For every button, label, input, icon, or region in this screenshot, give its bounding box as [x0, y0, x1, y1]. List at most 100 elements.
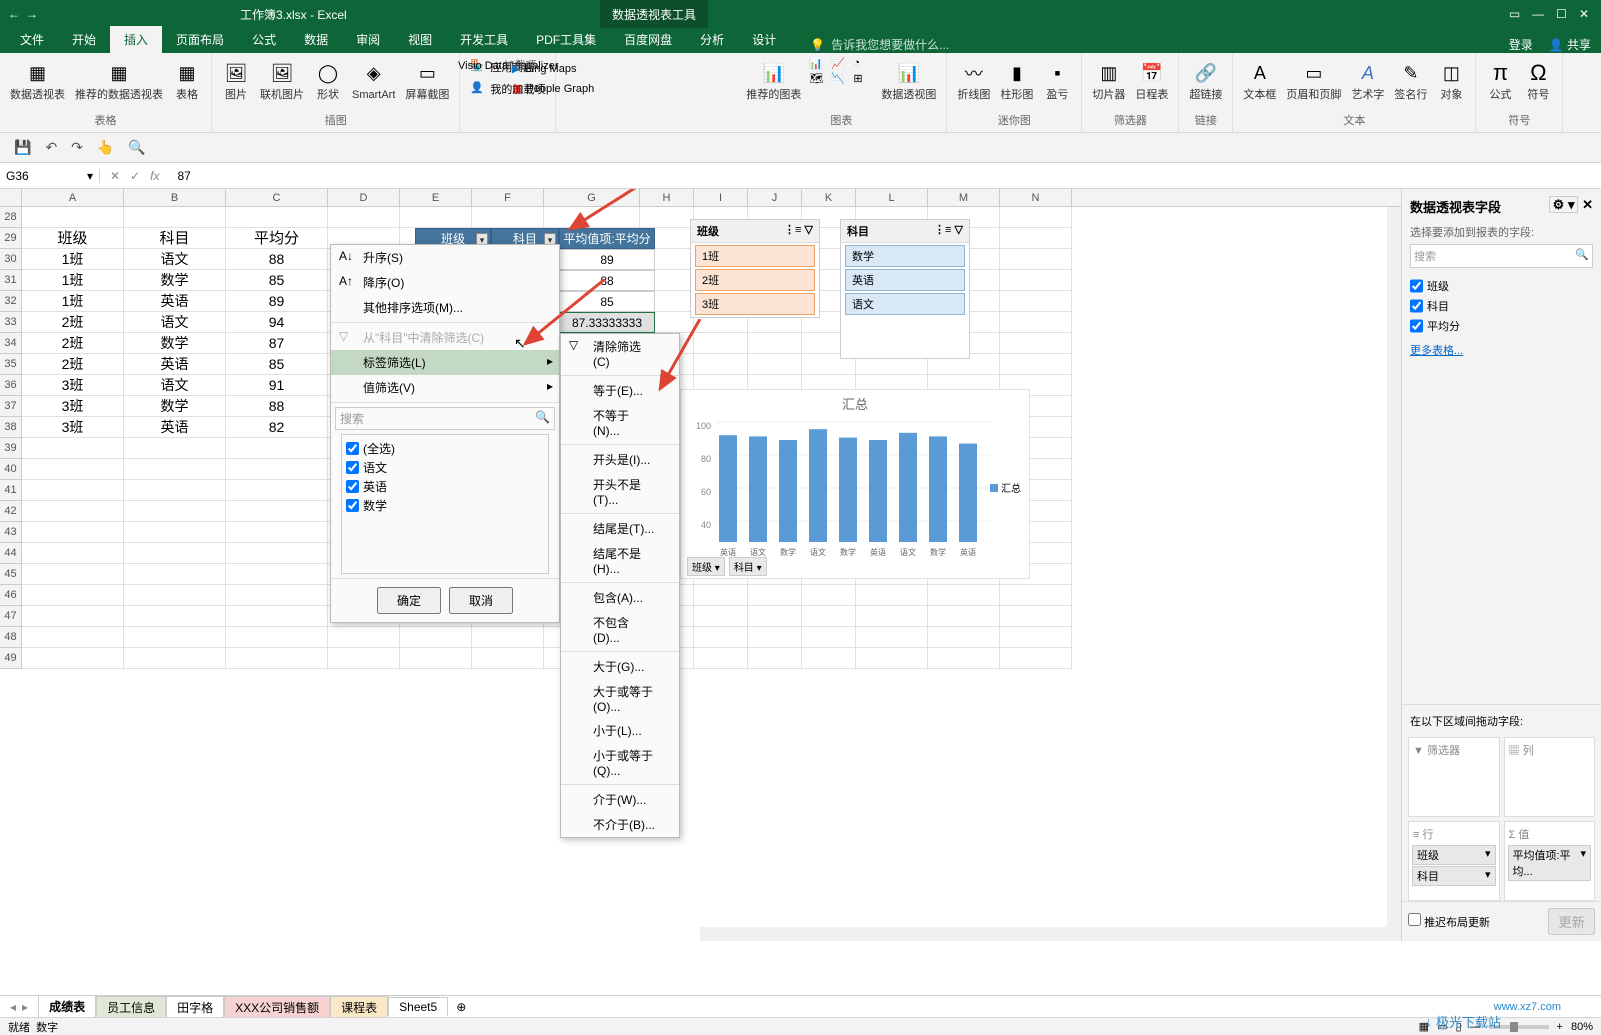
check-all[interactable]: (全选): [346, 439, 544, 458]
tab-data[interactable]: 数据: [290, 26, 342, 53]
not-between-item[interactable]: 不介于(B)...: [561, 812, 679, 837]
chart-type-icon[interactable]: ⊞: [853, 72, 873, 85]
picture-button[interactable]: 🖼图片: [220, 57, 252, 103]
header-footer-button[interactable]: ▭页眉和页脚: [1284, 57, 1343, 103]
more-sort-item[interactable]: 其他排序选项(M)...: [331, 295, 559, 320]
tab-dev[interactable]: 开发工具: [446, 26, 522, 53]
sheet-nav-next[interactable]: ▸: [22, 1000, 28, 1014]
column-headers[interactable]: ABCDEFGHIJKLMN: [0, 189, 1401, 207]
slicer-item[interactable]: 1班: [695, 245, 815, 267]
not-begins-with-item[interactable]: 开头不是(T)...: [561, 472, 679, 511]
undo-icon[interactable]: ↶: [45, 139, 57, 156]
horizontal-scrollbar[interactable]: [700, 927, 1387, 941]
online-picture-button[interactable]: 🖼联机图片: [258, 57, 306, 103]
sparkline-line-button[interactable]: 〰折线图: [955, 57, 992, 103]
chart-filter-class[interactable]: 班级 ▾: [687, 557, 725, 576]
update-button[interactable]: 更新: [1548, 908, 1595, 935]
slicer-item[interactable]: 语文: [845, 293, 965, 315]
ok-button[interactable]: 确定: [377, 587, 441, 614]
chart-type-icon[interactable]: ◔: [853, 57, 873, 70]
hyperlink-button[interactable]: 🔗超链接: [1187, 57, 1224, 103]
tab-formula[interactable]: 公式: [238, 26, 290, 53]
defer-layout-checkbox[interactable]: 推迟布局更新: [1408, 913, 1490, 930]
tab-pdf[interactable]: PDF工具集: [522, 26, 610, 53]
slicer-item[interactable]: 英语: [845, 269, 965, 291]
check-item[interactable]: 语文: [346, 458, 544, 477]
field-check-class[interactable]: 班级: [1410, 276, 1593, 296]
field-search-input[interactable]: 搜索🔍: [1410, 244, 1593, 268]
close-icon[interactable]: ✕: [1579, 7, 1589, 21]
value-field-item[interactable]: 平均值项:平均...▾: [1508, 845, 1592, 881]
tab-view[interactable]: 视图: [394, 26, 446, 53]
recommended-charts-button[interactable]: 📊推荐的图表: [744, 57, 803, 103]
redo-icon[interactable]: ↷: [71, 139, 83, 156]
tab-home[interactable]: 开始: [58, 26, 110, 53]
equals-item[interactable]: 等于(E)...: [561, 378, 679, 403]
arrow-right-icon[interactable]: →: [26, 7, 38, 21]
pivot-chart[interactable]: 汇总 英语语文数学语文数学英语语文数学英语 100 80 60 40 汇总 班级…: [680, 389, 1030, 579]
gt-item[interactable]: 大于(G)...: [561, 654, 679, 679]
close-pane-icon[interactable]: ✕: [1582, 197, 1593, 212]
textbox-button[interactable]: A文本框: [1241, 57, 1278, 103]
pivotchart-button[interactable]: 📊数据透视图: [879, 57, 938, 103]
cancel-button[interactable]: 取消: [449, 587, 513, 614]
sheet-tab[interactable]: Sheet5: [388, 997, 448, 1016]
row-field-item[interactable]: 班级▾: [1412, 845, 1496, 865]
tell-me[interactable]: 告诉我您想要做什么...: [831, 36, 949, 53]
equation-button[interactable]: π公式: [1484, 57, 1516, 103]
row-field-item[interactable]: 科目▾: [1412, 866, 1496, 886]
slicer-subject[interactable]: 科目⋮≡ ▽ 数学 英语 语文: [840, 219, 970, 359]
smartart-button[interactable]: ◈SmartArt: [350, 57, 397, 103]
people-graph-button[interactable]: ▦People Graph: [510, 80, 596, 97]
row-area[interactable]: ≡ 行 班级▾ 科目▾: [1408, 821, 1500, 901]
tab-file[interactable]: 文件: [6, 26, 58, 53]
signature-button[interactable]: ✎签名行: [1392, 57, 1429, 103]
tab-analyze[interactable]: 分析: [686, 26, 738, 53]
screenshot-button[interactable]: ▭屏幕截图: [403, 57, 451, 103]
field-check-subject[interactable]: 科目: [1410, 296, 1593, 316]
check-item[interactable]: 数学: [346, 496, 544, 515]
object-button[interactable]: ◫对象: [1435, 57, 1467, 103]
sheet-tab[interactable]: XXX公司销售额: [224, 996, 330, 1018]
enter-icon[interactable]: ✓: [130, 169, 140, 183]
label-filter-item[interactable]: 标签筛选(L)▸: [331, 350, 559, 375]
not-ends-with-item[interactable]: 结尾不是(H)...: [561, 541, 679, 580]
maximize-icon[interactable]: ☐: [1556, 7, 1567, 21]
slicer-button[interactable]: ▥切片器: [1090, 57, 1127, 103]
zoom-in-icon[interactable]: +: [1557, 1021, 1563, 1033]
sparkline-column-button[interactable]: ▮柱形图: [998, 57, 1035, 103]
pivot-cell[interactable]: 88: [559, 270, 655, 291]
shapes-button[interactable]: ◯形状: [312, 57, 344, 103]
chart-type-icon[interactable]: 🗺: [809, 72, 829, 85]
sheet-nav-prev[interactable]: ◂: [10, 1000, 16, 1014]
pivot-cell[interactable]: 85: [559, 291, 655, 312]
row-headers[interactable]: 2829303132333435363738394041424344454647…: [0, 207, 22, 669]
save-icon[interactable]: 💾: [14, 139, 31, 156]
pivot-cell-selected[interactable]: 87.33333333: [559, 312, 655, 333]
filter-dropdown-icon[interactable]: ▾: [476, 233, 488, 245]
chart-type-icon[interactable]: 📈: [831, 57, 851, 70]
ribbon-display-icon[interactable]: ▭: [1509, 7, 1520, 21]
contains-item[interactable]: 包含(A)...: [561, 585, 679, 610]
filter-search-input[interactable]: 搜索🔍: [335, 407, 555, 430]
gte-item[interactable]: 大于或等于(O)...: [561, 679, 679, 718]
wordart-button[interactable]: A艺术字: [1349, 57, 1386, 103]
ends-with-item[interactable]: 结尾是(T)...: [561, 516, 679, 541]
sheet-tab[interactable]: 课程表: [330, 996, 388, 1018]
not-equals-item[interactable]: 不等于(N)...: [561, 403, 679, 442]
cancel-icon[interactable]: ✕: [110, 169, 120, 183]
share-button[interactable]: 👤 共享: [1549, 36, 1591, 53]
more-tables-link[interactable]: 更多表格...: [1410, 345, 1463, 357]
fx-icon[interactable]: fx: [150, 169, 159, 183]
clear-filter-icon[interactable]: ▽: [805, 224, 813, 236]
begins-with-item[interactable]: 开头是(I)...: [561, 447, 679, 472]
chart-type-icon[interactable]: 📉: [831, 72, 851, 85]
not-contains-item[interactable]: 不包含(D)...: [561, 610, 679, 649]
symbol-button[interactable]: Ω符号: [1522, 57, 1554, 103]
value-filter-item[interactable]: 值筛选(V)▸: [331, 375, 559, 400]
timeline-button[interactable]: 📅日程表: [1133, 57, 1170, 103]
column-area[interactable]: ▦ 列: [1504, 737, 1596, 817]
new-sheet-icon[interactable]: ⊕: [448, 1000, 474, 1014]
sheet-tab[interactable]: 田字格: [166, 996, 224, 1018]
minimize-icon[interactable]: —: [1532, 7, 1544, 21]
